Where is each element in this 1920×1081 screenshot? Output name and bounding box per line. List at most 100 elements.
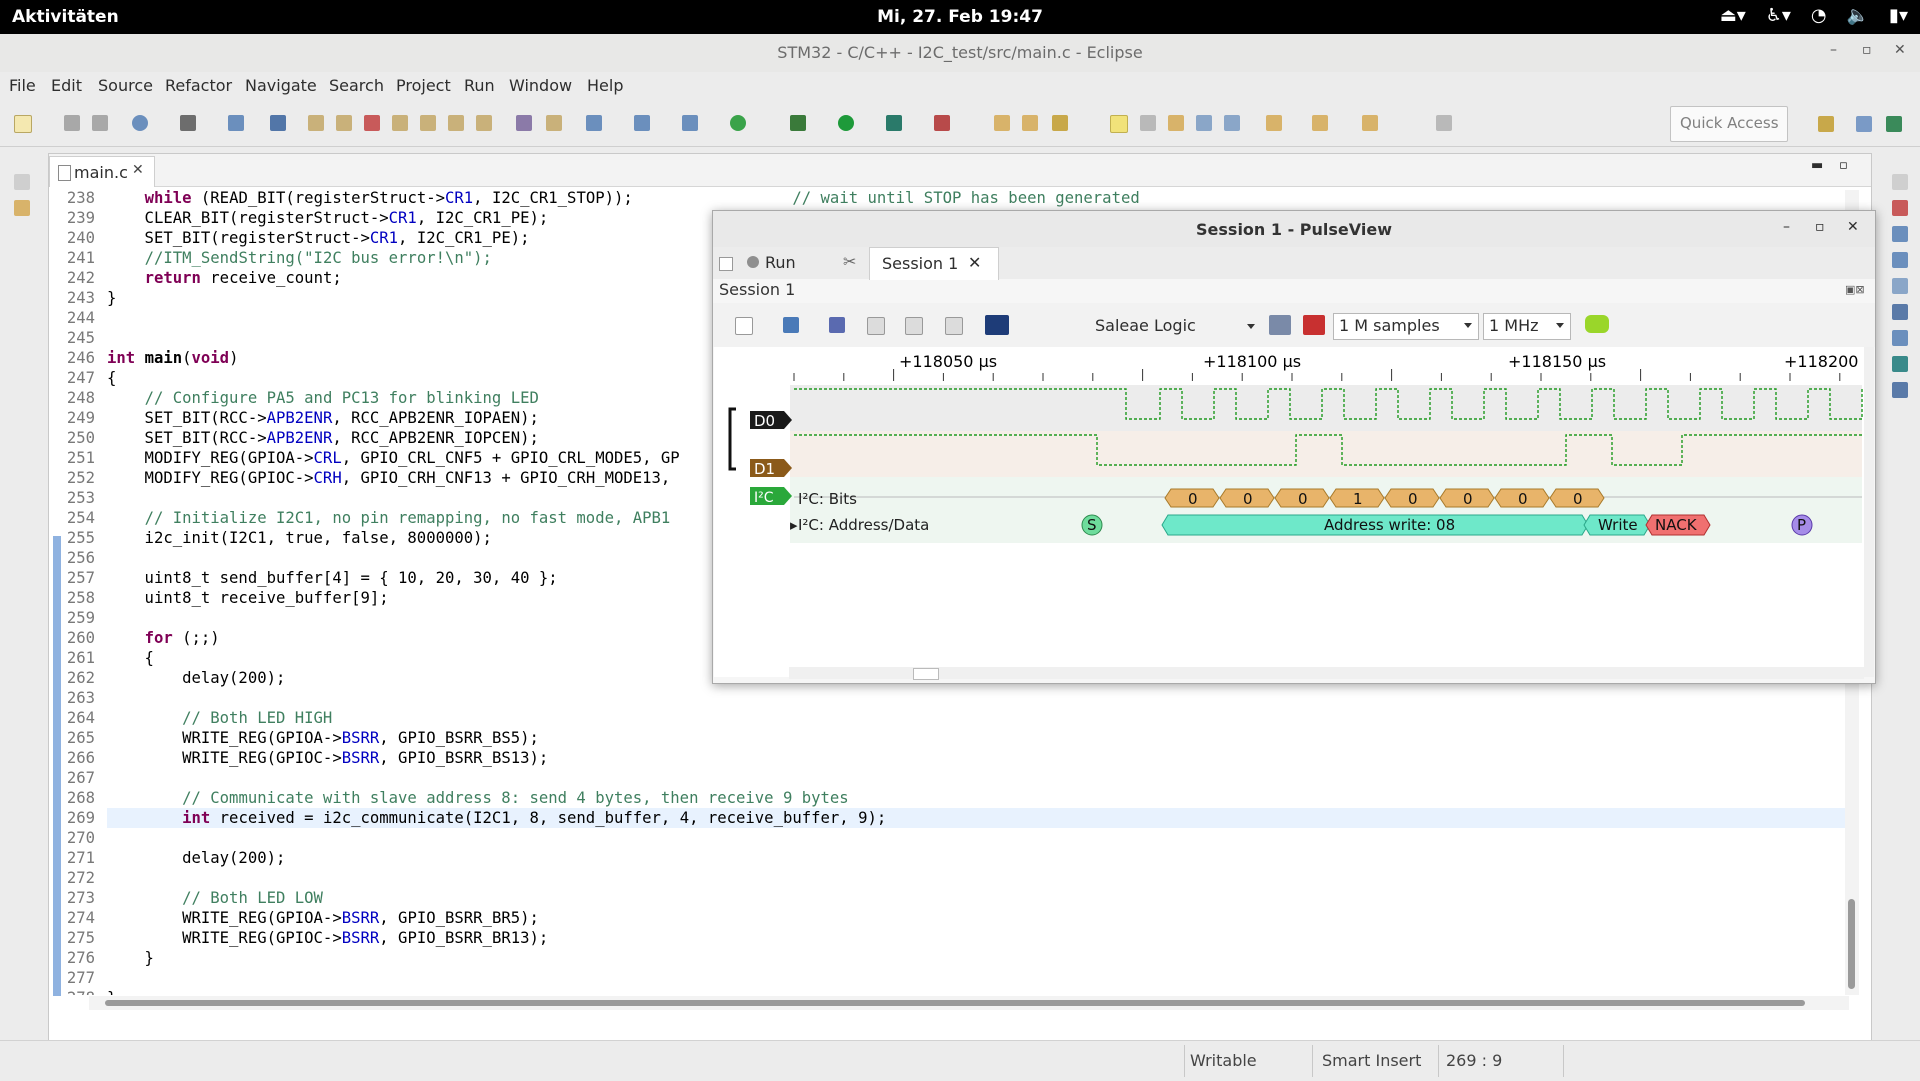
- code-line[interactable]: WRITE_REG(GPIOC->BSRR, GPIO_BSRR_BR13);: [107, 928, 548, 948]
- target-icon[interactable]: [228, 115, 244, 131]
- project-explorer-icon[interactable]: [14, 200, 30, 216]
- zoom-out-icon[interactable]: [905, 317, 923, 335]
- run-icon[interactable]: [838, 115, 854, 131]
- show-whitespace-icon[interactable]: [1224, 115, 1240, 131]
- decoder-i2c-label[interactable]: I²C: [750, 487, 792, 506]
- samples-select[interactable]: 1 M samples: [1333, 313, 1479, 340]
- registers-icon[interactable]: [1892, 304, 1908, 320]
- skip-breakpoints-icon[interactable]: [270, 115, 286, 131]
- build-targets-icon[interactable]: [1892, 226, 1908, 242]
- restore-right-icon[interactable]: [1892, 174, 1908, 190]
- open-type-icon[interactable]: [994, 115, 1010, 131]
- code-line[interactable]: WRITE_REG(GPIOA->BSRR, GPIO_BSRR_BR5);: [107, 908, 539, 928]
- menu-run[interactable]: Run: [464, 76, 495, 95]
- code-line[interactable]: SET_BIT(RCC->APB2ENR, RCC_APB2ENR_IOPCEN…: [107, 428, 539, 448]
- quick-access-input[interactable]: Quick Access: [1670, 106, 1788, 142]
- code-line[interactable]: WRITE_REG(GPIOA->BSRR, GPIO_BSRR_BS5);: [107, 728, 539, 748]
- pv-close-button[interactable]: ✕: [1847, 219, 1859, 235]
- pv-maximize-button[interactable]: ▫: [1815, 219, 1825, 235]
- code-line[interactable]: {: [107, 368, 116, 388]
- code-line[interactable]: }: [107, 948, 154, 968]
- samplerate-select[interactable]: 1 MHz: [1483, 313, 1571, 340]
- memory-icon[interactable]: [1892, 330, 1908, 346]
- tab-session-1[interactable]: Session 1 ✕: [869, 247, 999, 280]
- clock[interactable]: Mi, 27. Feb 19:47: [0, 7, 1920, 27]
- code-line[interactable]: for (;;): [107, 628, 220, 648]
- cursor-icon[interactable]: [985, 315, 1009, 335]
- code-line[interactable]: int received = i2c_communicate(I2C1, 8, …: [107, 808, 1845, 828]
- build-config-icon[interactable]: [132, 115, 148, 131]
- device-select[interactable]: Saleae Logic: [1093, 313, 1259, 339]
- open-resource-icon[interactable]: [1022, 115, 1038, 131]
- next-annotation-icon[interactable]: [1168, 115, 1184, 131]
- debug-view-icon[interactable]: [1892, 356, 1908, 372]
- code-line[interactable]: uint8_t send_buffer[4] = { 10, 20, 30, 4…: [107, 568, 558, 588]
- code-line[interactable]: MODIFY_REG(GPIOA->CRL, GPIO_CRL_CNF5 + G…: [107, 448, 680, 468]
- wifi-icon[interactable]: ◔: [1811, 5, 1827, 26]
- save-all-icon[interactable]: [92, 115, 108, 131]
- trace-horizontal-thumb[interactable]: [913, 668, 939, 680]
- next-edit-icon[interactable]: [1266, 115, 1282, 131]
- device-config-icon[interactable]: [1269, 315, 1291, 335]
- step-into-icon[interactable]: [420, 115, 436, 131]
- close-tab-icon[interactable]: ✕: [132, 162, 144, 178]
- external-tools-icon[interactable]: [934, 115, 950, 131]
- code-line[interactable]: // Communicate with slave address 8: sen…: [107, 788, 849, 808]
- variables-icon[interactable]: [1892, 382, 1908, 398]
- prev-edit-icon[interactable]: [1312, 115, 1328, 131]
- dock-float-close-icon[interactable]: ▣⊠: [1845, 283, 1865, 296]
- outline-icon[interactable]: [1892, 200, 1908, 216]
- menu-edit[interactable]: Edit: [51, 76, 82, 95]
- code-line[interactable]: SET_BIT(RCC->APB2ENR, RCC_APB2ENR_IOPAEN…: [107, 408, 539, 428]
- code-line[interactable]: // Initialize I2C1, no pin remapping, no…: [107, 508, 671, 528]
- menu-file[interactable]: File: [9, 76, 36, 95]
- code-line[interactable]: i2c_init(I2C1, true, false, 8000000);: [107, 528, 492, 548]
- code-line[interactable]: }: [107, 288, 116, 308]
- step-over-icon[interactable]: [448, 115, 464, 131]
- new-icon[interactable]: [14, 115, 32, 133]
- code-line[interactable]: delay(200);: [107, 848, 285, 868]
- code-line[interactable]: WRITE_REG(GPIOC->BSRR, GPIO_BSRR_BS13);: [107, 748, 548, 768]
- new-folder-icon[interactable]: [634, 115, 650, 131]
- decoder-add-icon[interactable]: [1585, 315, 1609, 333]
- code-line[interactable]: return receive_count;: [107, 268, 342, 288]
- save-icon[interactable]: [64, 115, 80, 131]
- code-line[interactable]: CLEAR_BIT(registerStruct->CR1, I2C_CR1_P…: [107, 208, 549, 228]
- code-line[interactable]: }: [107, 988, 116, 995]
- menu-refactor[interactable]: Refactor: [165, 76, 232, 95]
- menu-window[interactable]: Window: [509, 76, 572, 95]
- code-line[interactable]: MODIFY_REG(GPIOC->CRH, GPIO_CRH_CNF13 + …: [107, 468, 680, 488]
- editor-minimize-button[interactable]: ▬: [1811, 158, 1823, 173]
- pv-minimize-button[interactable]: –: [1783, 219, 1790, 235]
- terminate-icon[interactable]: [364, 115, 380, 131]
- close-button[interactable]: ✕: [1894, 42, 1906, 58]
- toggle-block-icon[interactable]: [1140, 115, 1156, 131]
- volume-icon[interactable]: 🔈: [1847, 5, 1869, 26]
- perspective-cc-icon[interactable]: [1856, 116, 1872, 132]
- menu-search[interactable]: Search: [329, 76, 384, 95]
- open-element-icon[interactable]: [546, 115, 562, 131]
- menu-navigate[interactable]: Navigate: [245, 76, 317, 95]
- save-as-icon[interactable]: [829, 317, 845, 333]
- console-icon[interactable]: [516, 115, 532, 131]
- editor-horizontal-thumb[interactable]: [105, 1000, 1805, 1006]
- code-line[interactable]: // Both LED HIGH: [107, 708, 332, 728]
- code-line[interactable]: // Both LED LOW: [107, 888, 323, 908]
- new-project-icon[interactable]: [586, 115, 602, 131]
- debug-icon[interactable]: [790, 115, 806, 131]
- system-tray[interactable]: ⏏▾ ♿▾ ◔ 🔈 ▮▾: [1720, 5, 1908, 26]
- menu-help[interactable]: Help: [587, 76, 623, 95]
- maximize-button[interactable]: ▫: [1862, 42, 1872, 58]
- channel-d0-label[interactable]: D0: [750, 411, 792, 430]
- zoom-fit-icon[interactable]: [945, 317, 963, 335]
- code-line[interactable]: //ITM_SendString("I2C bus error!\n");: [107, 248, 492, 268]
- minimize-button[interactable]: –: [1830, 42, 1837, 58]
- search-tool-icon[interactable]: [1052, 115, 1068, 131]
- editor-maximize-button[interactable]: ▫: [1839, 158, 1848, 173]
- restore-icon[interactable]: [14, 174, 30, 190]
- toggle-mark-occurrences-icon[interactable]: [1110, 115, 1128, 133]
- channel-d1-label[interactable]: D1: [750, 459, 792, 478]
- eject-icon[interactable]: ⏏▾: [1720, 5, 1746, 26]
- back-icon[interactable]: [1362, 115, 1378, 131]
- trace-canvas[interactable]: +118050 µs +118100 µs +118150 µs +118200…: [714, 347, 1882, 677]
